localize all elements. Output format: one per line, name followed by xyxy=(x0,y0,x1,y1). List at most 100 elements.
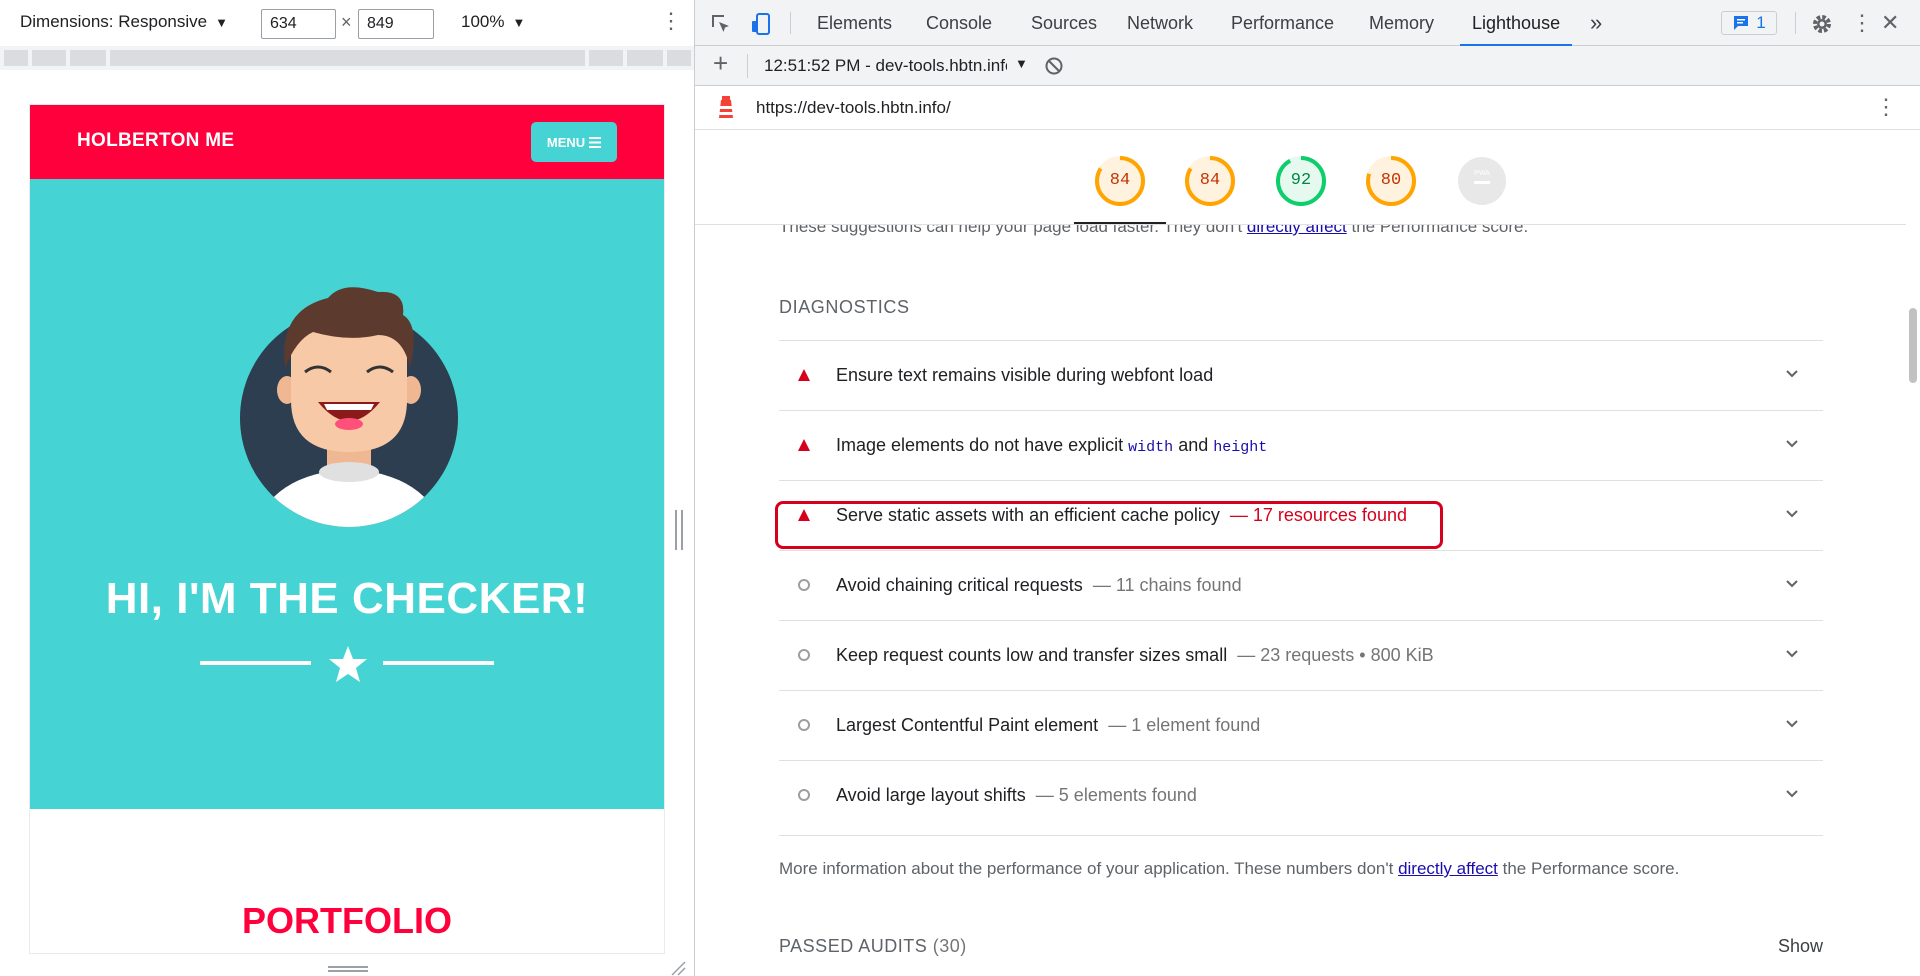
right-resize-handle[interactable] xyxy=(675,510,683,550)
height-input[interactable] xyxy=(358,9,434,39)
dimensions-select[interactable]: Dimensions: Responsive ▼ xyxy=(20,12,228,32)
score-gauge-seo[interactable]: 80 xyxy=(1365,155,1417,207)
media-query-segment[interactable] xyxy=(589,50,623,66)
media-query-segment[interactable] xyxy=(110,50,585,66)
device-toolbar-icon[interactable] xyxy=(749,12,773,36)
pwa-label: PWA xyxy=(1474,170,1490,177)
show-passed-audits-button[interactable]: Show xyxy=(1778,936,1823,957)
media-query-segment[interactable] xyxy=(70,50,106,66)
customize-devtools-icon[interactable]: ⋮ xyxy=(1851,0,1873,46)
chevron-down-icon[interactable] xyxy=(1784,785,1800,801)
more-options-icon[interactable]: ⋮ xyxy=(660,10,682,32)
close-icon[interactable]: ✕ xyxy=(1881,0,1899,46)
audit-title: Avoid large layout shifts — 5 elements f… xyxy=(836,785,1197,806)
audit-title: Avoid chaining critical requests — 11 ch… xyxy=(836,575,1242,596)
width-input[interactable] xyxy=(261,9,336,39)
score-value: 84 xyxy=(1199,171,1221,190)
star-divider xyxy=(200,644,494,684)
issues-count: 1 xyxy=(1756,13,1766,32)
diagnostics-note: More information about the performance o… xyxy=(779,859,1679,879)
bottom-resize-handle[interactable] xyxy=(328,966,368,972)
gear-icon[interactable] xyxy=(1810,12,1834,36)
site-logo[interactable]: HOLBERTON ME xyxy=(77,130,234,152)
caret-down-icon: ▼ xyxy=(1015,56,1028,71)
clear-all-icon[interactable] xyxy=(1044,56,1064,76)
corner-resize-icon[interactable] xyxy=(668,958,686,976)
chevron-down-icon[interactable] xyxy=(1784,365,1800,381)
audit-row[interactable]: Avoid chaining critical requests — 11 ch… xyxy=(779,550,1823,620)
device-emulation-pane: Dimensions: Responsive ▼ × 100% ▼ ⋮ HOLB… xyxy=(0,0,694,976)
score-gauge-pwa[interactable]: PWA xyxy=(1456,155,1508,207)
media-query-bar[interactable] xyxy=(0,46,694,70)
annotation-highlight-box xyxy=(775,501,1443,549)
note-text: More information about the performance o… xyxy=(779,859,1399,878)
site-header: HOLBERTON ME MENU xyxy=(30,105,664,179)
report-select-value: 12:51:52 PM - dev-tools.hbtn.info xyxy=(764,56,1007,75)
report-url[interactable]: https://dev-tools.hbtn.info/ xyxy=(756,98,951,118)
report-select[interactable]: 12:51:52 PM - dev-tools.hbtn.info ▼ xyxy=(764,56,1028,76)
media-query-segment[interactable] xyxy=(627,50,663,66)
audit-title-text: and xyxy=(1173,435,1214,455)
info-circle-icon xyxy=(798,649,810,661)
directly-affect-link[interactable]: directly affect xyxy=(1398,859,1498,878)
inspect-element-icon[interactable] xyxy=(709,12,733,36)
passed-audits-label: PASSED AUDITS xyxy=(779,936,928,956)
issues-button[interactable]: 1 xyxy=(1721,11,1777,35)
chevron-down-icon[interactable] xyxy=(1784,715,1800,731)
tab-console[interactable]: Console xyxy=(926,0,992,46)
audit-summary: — 5 elements found xyxy=(1035,785,1197,805)
report-menu-icon[interactable]: ⋮ xyxy=(1875,94,1897,120)
media-query-segment[interactable] xyxy=(667,50,691,66)
tab-elements[interactable]: Elements xyxy=(817,0,892,46)
score-value: 92 xyxy=(1290,171,1312,190)
lighthouse-toolbar: + 12:51:52 PM - dev-tools.hbtn.info ▼ xyxy=(695,46,1920,86)
audit-title-text: Avoid large layout shifts xyxy=(836,785,1026,805)
audit-row[interactable]: Keep request counts low and transfer siz… xyxy=(779,620,1823,690)
audit-row[interactable]: Avoid large layout shifts — 5 elements f… xyxy=(779,760,1823,830)
audit-title: Keep request counts low and transfer siz… xyxy=(836,645,1434,666)
new-report-icon[interactable]: + xyxy=(713,50,728,76)
fail-triangle-icon xyxy=(798,369,810,381)
score-value: 80 xyxy=(1380,171,1402,190)
zoom-select[interactable]: 100% ▼ xyxy=(461,12,525,32)
vertical-scrollbar[interactable] xyxy=(1906,130,1920,976)
score-gauge-accessibility[interactable]: 84 xyxy=(1184,155,1236,207)
tab-network[interactable]: Network xyxy=(1127,0,1193,46)
audit-summary: — 23 requests • 800 KiB xyxy=(1237,645,1434,665)
scrollbar-thumb[interactable] xyxy=(1909,308,1917,383)
note-text: the Performance score. xyxy=(1497,859,1680,878)
passed-audits-count: (30) xyxy=(932,936,967,956)
tab-performance[interactable]: Performance xyxy=(1231,0,1334,46)
score-gauge-best-practices[interactable]: 92 xyxy=(1275,155,1327,207)
audit-summary: — 1 element found xyxy=(1108,715,1261,735)
passed-audits-heading[interactable]: PASSED AUDITS (30) xyxy=(779,936,967,957)
audit-row[interactable]: Image elements do not have explicit widt… xyxy=(779,410,1823,480)
score-gauge-performance[interactable]: 84 xyxy=(1094,155,1146,207)
audit-title: Image elements do not have explicit widt… xyxy=(836,435,1267,456)
tab-lighthouse[interactable]: Lighthouse xyxy=(1459,0,1573,46)
media-query-segment[interactable] xyxy=(32,50,66,66)
tab-sources[interactable]: Sources xyxy=(1031,0,1097,46)
chevron-down-icon[interactable] xyxy=(1784,645,1800,661)
tab-memory[interactable]: Memory xyxy=(1369,0,1434,46)
info-circle-icon xyxy=(798,579,810,591)
directly-affect-link[interactable]: directly affect xyxy=(1247,225,1347,236)
hero-section: HI, I'M THE CHECKER! xyxy=(30,179,664,809)
code-width: width xyxy=(1128,439,1174,456)
chevron-down-icon[interactable] xyxy=(1784,575,1800,591)
audit-row[interactable]: Ensure text remains visible during webfo… xyxy=(779,340,1823,410)
menu-label: MENU xyxy=(546,134,586,150)
audit-title-text: Ensure text remains visible during webfo… xyxy=(836,365,1214,385)
media-query-segment[interactable] xyxy=(4,50,28,66)
chevron-down-icon[interactable] xyxy=(1784,505,1800,521)
audit-title-text: Keep request counts low and transfer siz… xyxy=(836,645,1228,665)
devtools-panel: Elements Console Sources Network Perform… xyxy=(695,0,1920,976)
audit-title-text: Largest Contentful Paint element xyxy=(836,715,1099,735)
report-url-bar: https://dev-tools.hbtn.info/ ⋮ xyxy=(695,86,1920,130)
devtools-tab-bar: Elements Console Sources Network Perform… xyxy=(695,0,1920,46)
audit-row[interactable]: Largest Contentful Paint element — 1 ele… xyxy=(779,690,1823,760)
chevron-down-icon[interactable] xyxy=(1784,435,1800,451)
more-tabs-icon[interactable]: » xyxy=(1590,0,1602,46)
menu-button[interactable]: MENU xyxy=(531,122,617,162)
tab-separator xyxy=(1795,12,1796,34)
